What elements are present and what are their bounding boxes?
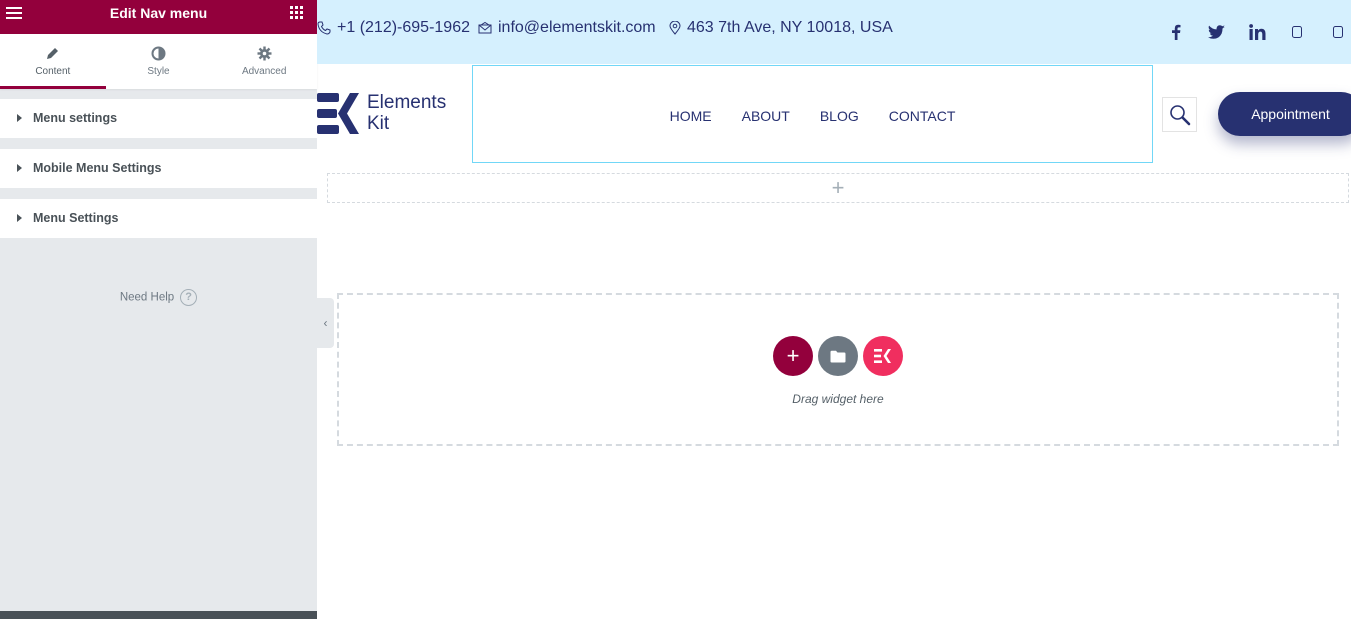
email-text: info@elementskit.com [498, 19, 656, 36]
address-item: 463 7th Ave, NY 10018, USA [669, 19, 893, 37]
appointment-button[interactable]: Appointment [1218, 92, 1351, 136]
phone-text: +1 (212)-695-1962 [337, 19, 470, 36]
caret-right-icon [17, 214, 22, 222]
logo-text: Elements Kit [367, 92, 446, 134]
panel-footer [0, 611, 317, 619]
need-help-label: Need Help [119, 291, 175, 304]
section-mobile-menu-settings[interactable]: Mobile Menu Settings [0, 149, 317, 188]
collapse-panel-button[interactable]: ‹ [317, 298, 334, 348]
header-nav-row: Elements Kit HOME ABOUT BLOG CONTACT App… [317, 64, 1351, 164]
nav-menu-widget[interactable]: HOME ABOUT BLOG CONTACT [472, 65, 1153, 163]
ek-logo-mark-icon [317, 93, 359, 134]
caret-right-icon [17, 164, 22, 172]
tab-content-label: Content [35, 66, 71, 77]
menu-item-home[interactable]: HOME [670, 108, 712, 124]
tab-advanced-label: Advanced [241, 66, 287, 77]
tab-style[interactable]: Style [106, 34, 212, 89]
section-label: Mobile Menu Settings [33, 161, 162, 175]
section-menu-settings[interactable]: Menu settings [0, 99, 317, 138]
widgets-grid-icon[interactable] [290, 6, 303, 19]
folder-icon [830, 350, 846, 362]
question-circle-icon: ? [180, 289, 198, 306]
tab-advanced[interactable]: Advanced [211, 34, 317, 89]
logo-line-2: Kit [367, 113, 390, 134]
address-text: 463 7th Ave, NY 10018, USA [687, 19, 893, 36]
menu-item-contact[interactable]: CONTACT [889, 108, 956, 124]
search-icon [1169, 104, 1190, 125]
need-help-link[interactable]: Need Help? [0, 289, 317, 306]
section-label: Menu Settings [33, 211, 119, 225]
phone-item: +1 (212)-695-1962 [317, 19, 470, 37]
logo-line-1: Elements [367, 92, 447, 113]
section-label: Menu settings [33, 111, 118, 125]
square-icon[interactable] [1287, 22, 1307, 42]
map-pin-icon [669, 21, 681, 35]
section-menu-settings-2[interactable]: Menu Settings [0, 199, 317, 238]
tab-style-label: Style [147, 66, 170, 77]
nav-menu: HOME ABOUT BLOG CONTACT [473, 108, 1152, 124]
top-bar: +1 (212)-695-1962 info@elementskit.com 4… [317, 0, 1351, 64]
panel-header: Edit Nav menu [0, 0, 317, 34]
gear-icon [257, 46, 272, 61]
facebook-icon[interactable] [1166, 22, 1186, 42]
menu-item-about[interactable]: ABOUT [742, 108, 790, 124]
half-circle-icon [151, 46, 166, 61]
envelope-icon [478, 21, 492, 34]
elementskit-template-button[interactable] [863, 336, 903, 376]
add-template-button[interactable] [818, 336, 858, 376]
pencil-icon [45, 46, 60, 61]
panel-tabs: Content Style Advanced [0, 34, 317, 89]
tab-content[interactable]: Content [0, 34, 106, 89]
add-new-section-button[interactable]: + [773, 336, 813, 376]
caret-right-icon [17, 114, 22, 122]
ek-logo-icon [874, 349, 891, 363]
twitter-icon[interactable] [1206, 22, 1226, 42]
drag-widget-hint: Drag widget here [792, 392, 884, 406]
linkedin-icon[interactable] [1247, 22, 1267, 42]
phone-icon [317, 21, 331, 35]
search-button[interactable] [1162, 97, 1197, 132]
panel-title: Edit Nav menu [109, 5, 208, 21]
editor-panel: Edit Nav menu Content Style Advanced Men… [0, 0, 317, 619]
email-item: info@elementskit.com [478, 19, 656, 37]
add-section-button[interactable]: + [327, 173, 1349, 203]
widget-drop-zone[interactable]: + Drag widget here [337, 293, 1339, 446]
square-icon[interactable] [1328, 22, 1348, 42]
menu-item-blog[interactable]: BLOG [820, 108, 859, 124]
